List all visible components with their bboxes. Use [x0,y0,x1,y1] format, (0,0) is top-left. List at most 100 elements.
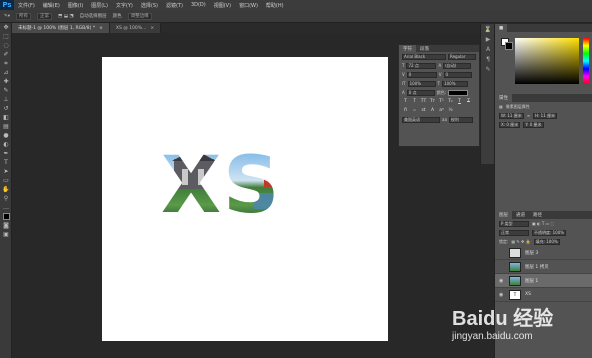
blur-icon[interactable]: ● [0,131,12,140]
close-icon[interactable]: × [150,26,154,31]
tab-document-1[interactable]: 未标题-1 @ 100% (图层 1, RGB/8) * × [12,23,110,33]
tab-channels[interactable]: 通道 [512,211,529,219]
marquee-tool-icon[interactable]: ⬚ [0,32,12,41]
menu-3d[interactable]: 3D(D) [187,2,210,8]
vertical-scale-field[interactable]: 100% [407,80,436,87]
swash-button[interactable]: ℴ [411,108,418,113]
faux-italic-button[interactable]: T [411,99,418,104]
more-tools-icon[interactable]: … [0,203,12,212]
all-caps-button[interactable]: TT [420,99,427,104]
layer-filter-select[interactable]: P 类型 [499,220,529,227]
zoom-tool-icon[interactable]: ⚲ [0,194,12,203]
font-size-field[interactable]: 72 点 [406,62,437,69]
fill-field[interactable]: 填充: 100% [533,238,560,245]
height-field[interactable]: H: 11 厘米 [533,112,558,119]
menu-file[interactable]: 文件(F) [14,2,39,9]
leading-field[interactable]: (自动) [443,62,472,69]
refine-edge-button[interactable]: 调整边缘 [127,12,152,20]
quick-mask-icon[interactable]: ◙ [0,221,12,230]
faux-bold-button[interactable]: T [402,99,409,104]
x-field[interactable]: X: 0 厘米 [499,121,521,128]
opacity-field[interactable]: 不透明度: 100% [532,229,567,236]
small-caps-button[interactable]: Tт [429,99,436,104]
superscript-button[interactable]: T¹ [438,99,445,104]
brush-icon[interactable]: ✎▾ [4,14,10,19]
menu-select[interactable]: 选择(S) [137,2,162,9]
visibility-icon[interactable]: ◉ [499,292,505,298]
tab-character[interactable]: 字符 [399,45,416,52]
strikethrough-button[interactable]: T [465,99,472,104]
actions-icon[interactable]: ▶ [481,34,495,44]
history-brush-icon[interactable]: ↺ [0,104,12,113]
ligature-button[interactable]: fi [402,108,409,113]
width-field[interactable]: W: 11 厘米 [499,112,524,119]
visibility-icon[interactable]: ◉ [499,278,505,284]
antialias-select[interactable]: 锐利 [448,116,473,123]
eyedropper-icon[interactable]: ⊿ [0,68,12,77]
gradient-icon[interactable]: ▤ [0,122,12,131]
tab-layers[interactable]: 图层 [495,211,512,219]
stamp-tool-icon[interactable]: ⊥ [0,95,12,104]
font-family-select[interactable]: Arial Black [402,53,446,60]
color-picker[interactable] [495,32,592,94]
font-style-select[interactable]: Regular [448,53,476,60]
style-select[interactable]: 正常 [37,12,53,20]
layer-row[interactable]: ◉ T XS [495,288,592,302]
titling-button[interactable]: A [429,108,436,113]
pen-tool-icon[interactable]: ✒ [0,149,12,158]
document-canvas[interactable]: XS [102,57,388,341]
fraction-button[interactable]: ½ [447,108,454,113]
lasso-tool-icon[interactable]: ◌ [0,41,12,50]
dodge-icon[interactable]: ◐ [0,140,12,149]
align-icons[interactable]: ⬒ ⬓ ⬔ [58,14,74,19]
underline-button[interactable]: T [456,99,463,104]
path-select-icon[interactable]: ➤ [0,167,12,176]
menu-edit[interactable]: 编辑(E) [39,2,64,9]
baseline-field[interactable]: 0 点 [406,89,435,96]
hue-slider[interactable] [583,38,589,84]
tab-paragraph[interactable]: 段落 [416,45,433,52]
brush-tool-icon[interactable]: ✎ [0,86,12,95]
auto-select-label[interactable]: 自动选择图层 [80,13,107,19]
eraser-icon[interactable]: ◧ [0,113,12,122]
shape-tool-icon[interactable]: ▭ [0,176,12,185]
tab-color[interactable]: ■ [495,24,508,32]
close-icon[interactable]: × [99,26,103,31]
history-icon[interactable]: ⌛ [481,24,495,34]
tab-document-2[interactable]: XS @ 100%... × [109,23,162,33]
blend-mode-select[interactable]: 正常 [499,229,529,236]
move-tool-icon[interactable]: ✥ [0,23,12,32]
y-field[interactable]: Y: 0 厘米 [523,121,544,128]
saturation-field[interactable] [515,38,579,84]
horizontal-scale-field[interactable]: 100% [442,80,469,87]
stylistic-button[interactable]: st [420,108,427,113]
layer-row[interactable]: 图层 3 [495,246,592,260]
sample-select[interactable]: 所有 [16,12,32,20]
kerning-field[interactable]: 0 [406,71,437,78]
menu-window[interactable]: 窗口(W) [235,2,262,9]
menu-filter[interactable]: 滤镜(T) [162,2,187,9]
color-swatch-icon[interactable] [0,212,12,221]
brush-preset-icon[interactable]: ✎ [481,64,495,74]
tracking-field[interactable]: 0 [443,71,472,78]
hand-tool-icon[interactable]: ✋ [0,185,12,194]
healing-brush-icon[interactable]: ✚ [0,77,12,86]
background-swatch[interactable] [505,42,513,50]
character-icon[interactable]: A [481,44,495,54]
menu-image[interactable]: 图像(I) [64,2,87,9]
ordinal-button[interactable]: aᵃ [438,108,445,113]
menu-view[interactable]: 视图(V) [210,2,235,9]
screen-mode-icon[interactable]: ▣ [0,230,12,239]
menu-layer[interactable]: 图层(L) [87,2,112,9]
crop-tool-icon[interactable]: ⌗ [0,59,12,68]
layer-row[interactable]: 图层 1 拷贝 [495,260,592,274]
text-color-swatch[interactable] [448,89,469,96]
link-icon[interactable]: ∞ [527,113,530,118]
subscript-button[interactable]: T₁ [447,99,454,104]
filter-icons[interactable]: ▣ ◐ T ▭ ⬚ [532,221,554,226]
lock-icons[interactable]: ▦ ✎ ✥ 🔒 [511,239,530,244]
tab-paths[interactable]: 路径 [529,211,546,219]
type-tool-icon[interactable]: T [0,158,12,167]
tab-properties[interactable]: 属性 [495,94,512,102]
paragraph-icon[interactable]: ¶ [481,54,495,64]
